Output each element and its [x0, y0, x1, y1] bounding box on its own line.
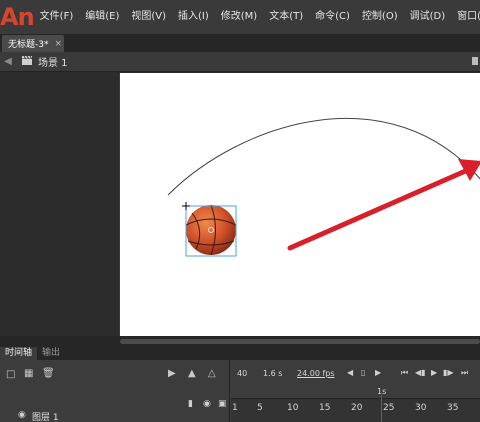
tab-output[interactable]: 输出 [37, 347, 65, 360]
scrollbar-thumb[interactable] [120, 339, 480, 344]
layer-name[interactable]: 图层 1 [32, 410, 59, 422]
clapperboard-icon [16, 55, 38, 69]
ruler-tick: 35 [447, 403, 459, 413]
arrow-left-icon[interactable]: ◀ [0, 56, 16, 67]
ruler-tick: 1 [232, 403, 238, 413]
horizontal-scrollbar[interactable] [0, 336, 480, 347]
frame-area: 40 1.6 s 24.00 fps ◀ ▯ ▶ ⏮ ◀▮ ▶ ▮▶ ⏭ 1s … [231, 360, 480, 422]
animate-window: An 文件(F) 编辑(E) 视图(V) 插入(I) 修改(M) 文本(T) 命… [0, 0, 480, 422]
layer-area: □ ▦ 🗑 ▶ ▲ △ ▮ ◉ ▣ ◉ 图层 1 [0, 360, 230, 422]
layer-row[interactable]: ◉ 图层 1 [0, 410, 230, 422]
playhead[interactable] [381, 395, 382, 422]
new-layer-icon[interactable]: □ [6, 369, 15, 380]
scene-bar: ◀ 场景 1 [0, 52, 480, 72]
camera-icon[interactable]: ▶ [168, 368, 176, 379]
menu-file[interactable]: 文件(F) [34, 0, 80, 34]
prev-keyframe-icon[interactable]: ◀ [347, 368, 353, 377]
menu-modify[interactable]: 修改(M) [215, 0, 263, 34]
edit-symbols-icon[interactable] [472, 57, 478, 65]
highlight-toggle-icon[interactable]: ▮ [188, 399, 193, 409]
ruler-tick: 15 [319, 403, 331, 413]
menu-control[interactable]: 控制(O) [356, 0, 404, 34]
scene-label[interactable]: 场景 1 [38, 54, 68, 69]
step-back-icon[interactable]: ◀▮ [415, 368, 426, 377]
menu-insert[interactable]: 插入(I) [172, 0, 215, 34]
stage-canvas[interactable] [120, 73, 480, 336]
document-tab-title: 无标题-3* [8, 40, 49, 50]
menu-edit[interactable]: 编辑(E) [79, 0, 125, 34]
app-logo: An [0, 3, 35, 31]
menu-list: 文件(F) 编辑(E) 视图(V) 插入(I) 修改(M) 文本(T) 命令(C… [34, 0, 480, 34]
lock-icon[interactable]: ▣ [218, 399, 227, 409]
menu-text[interactable]: 文本(T) [263, 0, 309, 34]
current-frame[interactable]: 40 [237, 369, 247, 378]
ruler-tick: 5 [257, 403, 263, 413]
menu-commands[interactable]: 命令(C) [309, 0, 356, 34]
document-tab-bar: 无标题-3* × [0, 34, 480, 52]
go-first-frame-icon[interactable]: ⏮ [401, 368, 408, 378]
eye-icon[interactable]: ◉ [203, 399, 211, 409]
frame-ruler[interactable]: 1s 1 5 10 15 20 25 30 35 [231, 387, 480, 422]
tab-timeline[interactable]: 时间轴 [0, 347, 38, 360]
folder-icon[interactable]: ▦ [24, 368, 33, 379]
close-icon[interactable]: × [54, 39, 62, 49]
menu-view[interactable]: 视图(V) [125, 0, 172, 34]
stage-drawing [167, 117, 480, 257]
menu-debug[interactable]: 调试(D) [404, 0, 452, 34]
registration-point [182, 202, 190, 210]
ruler-tick: 20 [351, 403, 363, 413]
ruler-tick: 25 [383, 403, 395, 413]
panel-tabs: 时间轴 输出 [0, 347, 480, 360]
frame-rate[interactable]: 24.00 fps [297, 369, 335, 378]
layer-type-icon: ◉ [18, 410, 26, 420]
menu-window[interactable]: 窗口( [451, 0, 480, 34]
step-forward-icon[interactable]: ▮▶ [443, 368, 454, 377]
menu-bar: An 文件(F) 编辑(E) 视图(V) 插入(I) 修改(M) 文本(T) 命… [0, 0, 480, 34]
elapsed-time[interactable]: 1.6 s [263, 369, 282, 378]
trash-icon[interactable]: 🗑 [42, 368, 55, 379]
next-keyframe-icon[interactable]: ▶ [375, 368, 381, 377]
center-playhead-icon[interactable]: ▯ [361, 368, 365, 377]
timeline-panel: □ ▦ 🗑 ▶ ▲ △ ▮ ◉ ▣ ◉ 图层 1 40 1.6 s 24.00 … [0, 360, 480, 422]
pasteboard-left [0, 73, 120, 347]
ruler-tick: 30 [415, 403, 427, 413]
ruler-tick: 10 [287, 403, 299, 413]
play-icon[interactable]: ▶ [431, 368, 437, 377]
layer-parenting-icon[interactable]: ▲ [188, 368, 196, 379]
red-arrow-annotation [287, 159, 480, 251]
document-tab[interactable]: 无标题-3* × [2, 35, 64, 52]
go-last-frame-icon[interactable]: ⏭ [461, 368, 468, 378]
auto-keyframe-icon[interactable]: △ [208, 368, 216, 379]
basketball-graphic [185, 204, 237, 256]
